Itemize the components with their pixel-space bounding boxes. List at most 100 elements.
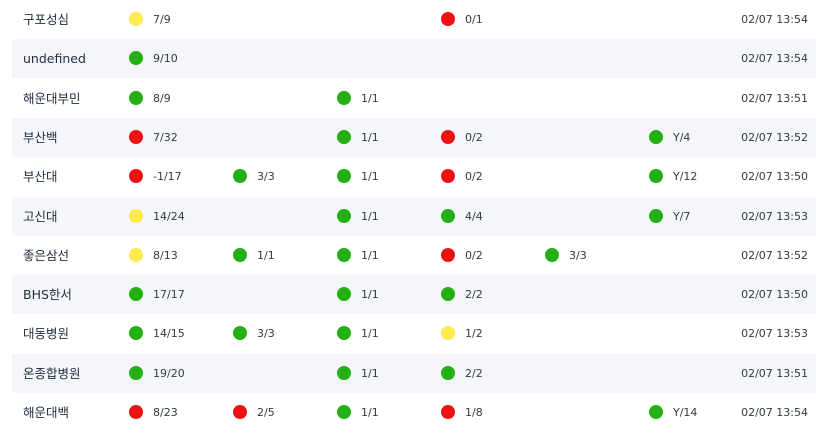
status-value: 1/1 xyxy=(361,91,379,105)
table-row[interactable]: 구포성심 7/9 0/1 02/07 13:54 xyxy=(12,0,816,39)
status-dot-icon xyxy=(337,287,351,302)
status-dot-icon xyxy=(337,90,351,105)
status-dot-icon xyxy=(337,208,351,223)
status-value: 1/1 xyxy=(361,130,379,144)
hospital-name: 부산대 xyxy=(23,169,58,185)
status-value: 14/24 xyxy=(153,209,185,223)
updated-timestamp: 02/07 13:54 xyxy=(741,13,808,26)
status-value: 1/1 xyxy=(361,288,379,302)
status-value: 7/32 xyxy=(153,130,178,144)
status-value: 3/3 xyxy=(569,248,587,262)
status-dot-icon xyxy=(129,51,143,66)
updated-timestamp: 02/07 13:52 xyxy=(741,248,808,262)
status-value: 0/1 xyxy=(465,13,483,26)
status-dot-icon xyxy=(337,129,351,144)
updated-timestamp: 02/07 13:53 xyxy=(741,327,808,341)
hospital-name: 온종합병원 xyxy=(23,365,81,381)
status-value: 3/3 xyxy=(257,327,275,341)
status-dot-icon xyxy=(545,247,559,262)
updated-timestamp: 02/07 13:51 xyxy=(741,91,808,105)
table-row[interactable]: undefined 9/10 02/07 13:54 xyxy=(12,39,816,79)
status-value: 2/2 xyxy=(465,366,483,380)
status-dot-icon xyxy=(129,405,143,419)
table-row[interactable]: 부산대 -1/17 3/3 1/1 0/2 Y/12 02/07 13:50 xyxy=(12,157,816,196)
hospital-name: undefined xyxy=(23,51,86,67)
status-value: 4/4 xyxy=(465,209,483,223)
status-dot-icon xyxy=(441,129,455,144)
status-value: 1/2 xyxy=(465,327,483,341)
status-dot-icon xyxy=(233,405,247,419)
status-dot-icon xyxy=(129,287,143,302)
status-dot-icon xyxy=(129,169,143,184)
status-value: 0/2 xyxy=(465,130,483,144)
status-dot-icon xyxy=(441,247,455,262)
hospital-name: 좋은삼선 xyxy=(23,247,70,263)
hospital-name: 구포성심 xyxy=(23,12,70,27)
status-value: 19/20 xyxy=(153,366,185,380)
status-dot-icon xyxy=(129,129,143,144)
hospital-name: 대동병원 xyxy=(23,326,70,342)
status-dot-icon xyxy=(337,405,351,419)
status-value: 2/2 xyxy=(465,288,483,302)
table-row[interactable]: 대동병원 14/15 3/3 1/1 1/2 02/07 13:53 xyxy=(12,314,816,353)
status-value: 2/5 xyxy=(257,406,275,419)
status-dot-icon xyxy=(441,326,455,341)
status-value: 1/1 xyxy=(361,248,379,262)
status-dot-icon xyxy=(337,326,351,341)
status-dot-icon xyxy=(233,169,247,184)
hospital-name: 부산백 xyxy=(23,129,58,145)
status-value: Y/7 xyxy=(673,209,691,223)
status-value: 1/1 xyxy=(361,366,379,380)
status-value: 8/23 xyxy=(153,406,178,419)
hospital-name: 고신대 xyxy=(23,208,58,224)
hospital-status-table: 구포성심 7/9 0/1 02/07 13:54 undefined 9/10 02/07 … xyxy=(0,0,816,433)
status-value: 1/1 xyxy=(361,170,379,184)
status-value: -1/17 xyxy=(153,170,182,184)
status-value: 1/1 xyxy=(361,209,379,223)
status-dot-icon xyxy=(129,208,143,223)
status-dot-icon xyxy=(129,365,143,380)
status-value: 1/8 xyxy=(465,406,483,419)
status-value: 7/9 xyxy=(153,13,171,26)
status-dot-icon xyxy=(441,405,455,419)
table-row[interactable]: 좋은삼선 8/13 1/1 1/1 0/2 3/3 02/07 13:52 xyxy=(12,236,816,275)
status-dot-icon xyxy=(233,326,247,341)
status-value: 1/1 xyxy=(361,406,379,419)
status-dot-icon xyxy=(129,90,143,105)
updated-timestamp: 02/07 13:54 xyxy=(741,406,808,419)
status-dot-icon xyxy=(649,405,663,419)
status-value: 1/1 xyxy=(257,248,275,262)
status-value: 17/17 xyxy=(153,288,185,302)
table-row[interactable]: 고신대 14/24 1/1 4/4 Y/7 02/07 13:53 xyxy=(12,196,816,236)
status-value: Y/4 xyxy=(673,130,691,144)
hospital-name: BHS한서 xyxy=(23,287,72,303)
status-value: 14/15 xyxy=(153,327,185,341)
updated-timestamp: 02/07 13:50 xyxy=(741,170,808,184)
updated-timestamp: 02/07 13:50 xyxy=(741,288,808,302)
table-row[interactable]: 온종합병원 19/20 1/1 2/2 02/07 13:51 xyxy=(12,353,816,393)
table-row[interactable]: 해운대백 8/23 2/5 1/1 1/8 Y/14 02/07 13:54 xyxy=(12,393,816,432)
status-dot-icon xyxy=(649,169,663,184)
status-value: 1/1 xyxy=(361,327,379,341)
status-dot-icon xyxy=(233,247,247,262)
status-dot-icon xyxy=(337,247,351,262)
status-value: 9/10 xyxy=(153,52,178,66)
status-value: Y/12 xyxy=(673,170,698,184)
status-value: 3/3 xyxy=(257,170,275,184)
status-dot-icon xyxy=(337,365,351,380)
updated-timestamp: 02/07 13:53 xyxy=(741,209,808,223)
status-dot-icon xyxy=(441,365,455,380)
hospital-name: 해운대부민 xyxy=(23,90,81,106)
table-row[interactable]: BHS한서 17/17 1/1 2/2 02/07 13:50 xyxy=(12,275,816,315)
table-row[interactable]: 해운대부민 8/9 1/1 02/07 13:51 xyxy=(12,79,816,118)
status-dot-icon xyxy=(129,247,143,262)
status-value: Y/14 xyxy=(673,406,698,419)
status-dot-icon xyxy=(441,208,455,223)
status-value: 8/13 xyxy=(153,248,178,262)
hospital-name: 해운대백 xyxy=(23,405,70,420)
updated-timestamp: 02/07 13:54 xyxy=(741,52,808,66)
status-dot-icon xyxy=(649,129,663,144)
status-dot-icon xyxy=(129,12,143,26)
table-row[interactable]: 부산백 7/32 1/1 0/2 Y/4 02/07 13:52 xyxy=(12,117,816,157)
status-dot-icon xyxy=(129,326,143,341)
